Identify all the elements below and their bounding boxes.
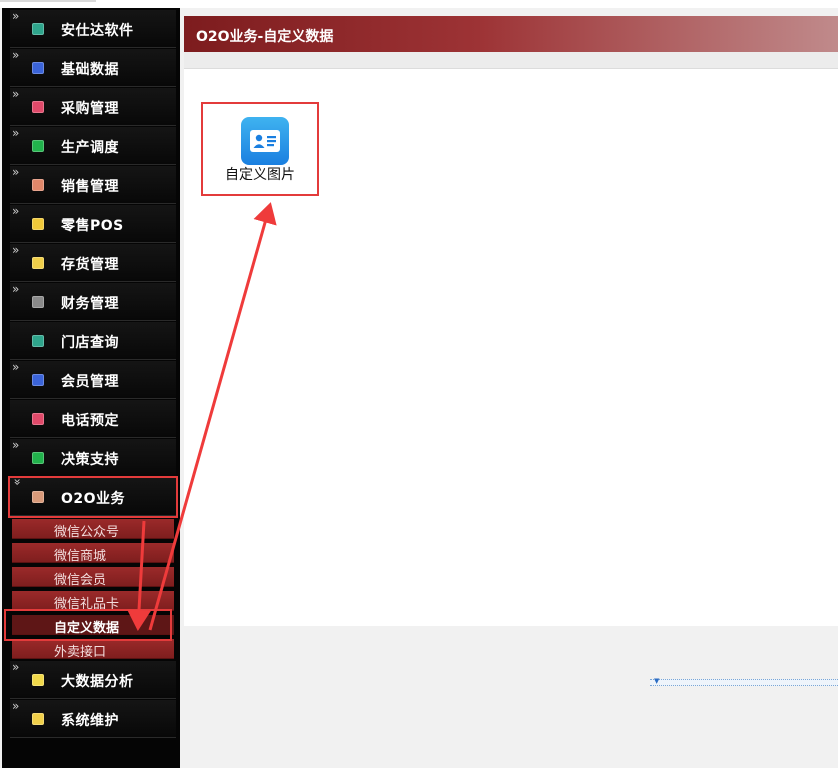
app-icon [32, 23, 44, 35]
sidebar-item-sales[interactable]: » 销售管理 [10, 166, 176, 204]
sidebar-item-label: O2O业务 [61, 491, 126, 507]
sidebar-item-label: 大数据分析 [61, 674, 134, 690]
submenu-item-wechat-giftcard[interactable]: 微信礼品卡 [12, 591, 174, 612]
o2o-icon [32, 491, 44, 503]
sidebar: » 安仕达软件 » 基础数据 » 采购管理 » 生产调度 » 销售管理 » 零售… [2, 8, 180, 768]
sidebar-item-inventory[interactable]: » 存货管理 [10, 244, 176, 282]
member-icon [32, 374, 44, 386]
sidebar-item-o2o[interactable]: » O2O业务 [8, 476, 178, 518]
sidebar-item-production[interactable]: » 生产调度 [10, 127, 176, 165]
main-panel: O2O业务-自定义数据 自定义图片 ▼ [184, 8, 838, 768]
contact-card-icon [241, 117, 289, 165]
app-label: 自定义图片 [225, 167, 295, 183]
bigdata-icon [32, 674, 44, 686]
submenu-item-wechat-member[interactable]: 微信会员 [12, 567, 174, 588]
phone-icon [32, 413, 44, 425]
submenu-item-takeout-api[interactable]: 外卖接口 [12, 639, 174, 660]
sidebar-item-decision[interactable]: » 决策支持 [10, 439, 176, 477]
database-icon [32, 62, 44, 74]
production-icon [32, 140, 44, 152]
sidebar-item-label: 销售管理 [61, 179, 119, 195]
expand-chevron-icon: » [12, 126, 20, 140]
store-icon [32, 335, 44, 347]
expand-chevron-icon: » [12, 699, 20, 713]
collapse-chevron-icon: » [10, 478, 25, 486]
expand-chevron-icon: » [12, 438, 20, 452]
sidebar-item-basic-data[interactable]: » 基础数据 [10, 49, 176, 87]
purchase-icon [32, 101, 44, 113]
sidebar-item-store-query[interactable]: 门店查询 [10, 322, 176, 360]
sidebar-item-system[interactable]: » 系统维护 [10, 700, 176, 738]
decision-icon [32, 452, 44, 464]
sidebar-item-label: 采购管理 [61, 101, 119, 117]
submenu-item-wechat-official[interactable]: 微信公众号 [12, 519, 174, 540]
inventory-icon [32, 257, 44, 269]
expand-chevron-icon: » [12, 660, 20, 674]
top-divider [0, 0, 96, 2]
sidebar-item-label: 存货管理 [61, 257, 119, 273]
sidebar-item-anshida[interactable]: » 安仕达软件 [10, 10, 176, 48]
sidebar-item-bigdata[interactable]: » 大数据分析 [10, 661, 176, 699]
content-area: 自定义图片 ▼ [184, 69, 838, 686]
custom-data-highlight-box [4, 609, 172, 641]
expand-chevron-icon: » [12, 204, 20, 218]
sidebar-item-label: 安仕达软件 [61, 23, 134, 39]
sidebar-item-label: 门店查询 [61, 335, 119, 351]
scroll-indicator[interactable]: ▼ [650, 677, 838, 686]
pos-icon [32, 218, 44, 230]
sidebar-item-retail-pos[interactable]: » 零售POS [10, 205, 176, 243]
sidebar-item-finance[interactable]: » 财务管理 [10, 283, 176, 321]
finance-icon [32, 296, 44, 308]
sidebar-item-phone-booking[interactable]: 电话预定 [10, 400, 176, 438]
system-icon [32, 713, 44, 725]
expand-chevron-icon: » [12, 9, 20, 23]
sidebar-item-label: 零售POS [61, 218, 124, 234]
expand-chevron-icon: » [12, 282, 20, 296]
sidebar-item-label: 系统维护 [61, 713, 119, 729]
top-strip [0, 0, 838, 8]
sidebar-item-member[interactable]: » 会员管理 [10, 361, 176, 399]
expand-chevron-icon: » [12, 165, 20, 179]
custom-image-app[interactable]: 自定义图片 [201, 102, 319, 196]
submenu-item-label: 微信会员 [54, 573, 107, 588]
submenu-item-label: 微信公众号 [54, 525, 120, 540]
toolbar [184, 52, 838, 69]
submenu-item-wechat-mall[interactable]: 微信商城 [12, 543, 174, 564]
page-title-bar: O2O业务-自定义数据 [184, 16, 838, 52]
sidebar-item-purchase[interactable]: » 采购管理 [10, 88, 176, 126]
expand-chevron-icon: » [12, 48, 20, 62]
expand-chevron-icon: » [12, 360, 20, 374]
scroll-down-arrow-icon: ▼ [654, 677, 660, 685]
expand-chevron-icon: » [12, 243, 20, 257]
submenu-item-label: 外卖接口 [54, 645, 107, 660]
sidebar-item-label: 财务管理 [61, 296, 119, 312]
sidebar-item-label: 基础数据 [61, 62, 119, 78]
sales-icon [32, 179, 44, 191]
sidebar-item-label: 会员管理 [61, 374, 119, 390]
submenu-item-label: 微信商城 [54, 549, 107, 564]
sidebar-item-label: 决策支持 [61, 452, 119, 468]
page-title: O2O业务-自定义数据 [196, 29, 334, 45]
sidebar-item-label: 电话预定 [61, 413, 119, 429]
sidebar-item-label: 生产调度 [61, 140, 119, 156]
expand-chevron-icon: » [12, 87, 20, 101]
